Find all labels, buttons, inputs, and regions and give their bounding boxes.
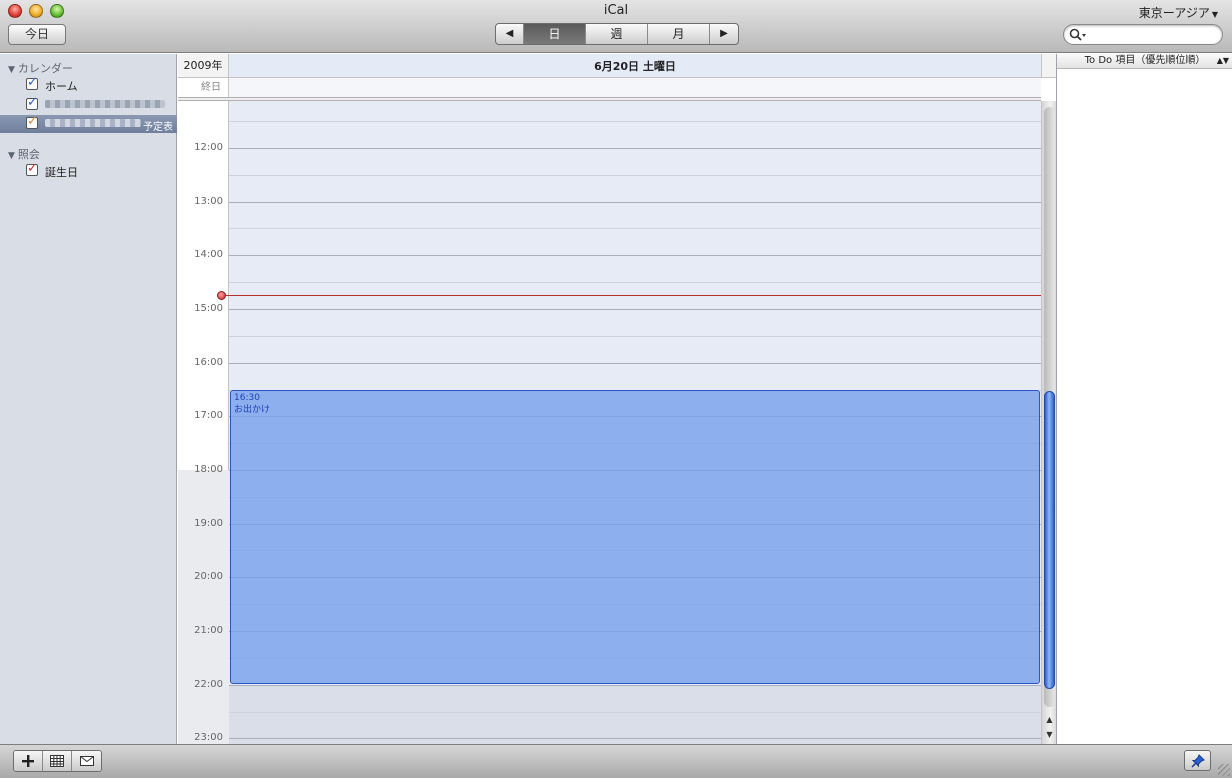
disclosure-triangle-icon: ▼ — [8, 151, 15, 161]
tab-month[interactable]: 月 — [648, 24, 710, 44]
invitations-button[interactable] — [72, 751, 101, 771]
hour-label: 23:00 — [194, 732, 223, 743]
chevron-down-icon: ▼ — [1211, 10, 1218, 19]
checkmark-icon: ✓ — [27, 95, 38, 110]
event-title: お出かけ — [234, 405, 271, 415]
hour-label: 13:00 — [194, 196, 223, 207]
vertical-scrollbar[interactable]: ▲ ▼ — [1041, 101, 1056, 744]
add-calendar-button[interactable] — [14, 751, 43, 771]
hour-line — [229, 255, 1041, 256]
calendar-checkbox[interactable]: ✓ — [26, 95, 38, 110]
hour-line — [229, 738, 1041, 739]
calendars-group-header[interactable]: ▼ カレンダー — [8, 60, 73, 76]
sidebar-item-calendar-3[interactable]: ✓ 予定表 — [0, 114, 177, 133]
checkmark-icon: ✓ — [27, 75, 38, 90]
todo-sort-header[interactable]: To Do 項目（優先順位順） ▲▼ — [1057, 54, 1232, 69]
half-hour-line — [229, 175, 1041, 176]
event-time: 16:30 — [234, 393, 260, 403]
search-icon — [1069, 28, 1086, 41]
current-time-line — [223, 295, 1041, 296]
timezone-menu[interactable]: 東京ーアジア ▼ — [1139, 4, 1218, 21]
header-corner — [1041, 54, 1056, 78]
todo-toggle-button[interactable] — [1184, 750, 1211, 771]
half-hour-line — [229, 121, 1041, 122]
hour-label: 21:00 — [194, 625, 223, 636]
all-day-area[interactable] — [229, 78, 1041, 97]
hour-label: 12:00 — [194, 142, 223, 153]
hour-label: 17:00 — [194, 410, 223, 421]
hour-line — [229, 202, 1041, 203]
disclosure-triangle-icon: ▼ — [8, 65, 15, 75]
bottom-button-group — [13, 750, 102, 772]
hour-line — [229, 309, 1041, 310]
calendar-event[interactable]: 16:30 お出かけ — [230, 390, 1040, 684]
calendar-checkbox[interactable]: ✓ — [26, 75, 38, 90]
blurred-calendar-name — [45, 119, 141, 127]
calendar-label: 予定表 — [143, 122, 173, 133]
view-segmented-control: ◀ 日 週 月 ▶ — [495, 23, 739, 45]
scroll-up-arrow-icon[interactable]: ▲ — [1042, 715, 1057, 724]
calendar-sidebar: ▼ カレンダー ✓ ホーム ✓ ✓ 予定表 ▼ 照会 ✓ 誕生日 — [0, 54, 177, 744]
calendar-label: 誕生日 — [45, 166, 78, 179]
after-hours-shade — [178, 470, 229, 744]
timezone-label: 東京ーアジア — [1138, 6, 1210, 20]
hour-label: 22:00 — [194, 679, 223, 690]
sort-updown-icon: ▲▼ — [1216, 56, 1229, 65]
search-field[interactable] — [1063, 24, 1223, 45]
scroll-thumb[interactable] — [1044, 391, 1055, 689]
title-bar: iCal 今日 ◀ 日 週 月 ▶ 東京ーアジア ▼ — [0, 0, 1232, 53]
tab-week[interactable]: 週 — [586, 24, 648, 44]
hour-label: 15:00 — [194, 303, 223, 314]
resize-grip[interactable] — [1218, 764, 1230, 776]
mini-month-button[interactable] — [43, 751, 72, 771]
hour-line — [229, 363, 1041, 364]
half-hour-line — [229, 228, 1041, 229]
plus-icon — [22, 755, 34, 767]
sidebar-item-home[interactable]: ✓ ホーム — [0, 75, 177, 94]
next-button[interactable]: ▶ — [710, 24, 738, 44]
sidebar-item-calendar-2[interactable]: ✓ — [0, 95, 177, 114]
calendar-checkbox[interactable]: ✓ — [26, 161, 38, 176]
envelope-icon — [79, 756, 94, 766]
pushpin-icon — [1190, 753, 1205, 768]
late-hours-shade — [229, 685, 1041, 744]
calendar-grid-icon — [50, 755, 64, 767]
todo-panel: To Do 項目（優先順位順） ▲▼ — [1056, 54, 1232, 744]
hour-label: 20:00 — [194, 571, 223, 582]
hour-label: 16:00 — [194, 357, 223, 368]
day-view: 2009年 6月20日 土曜日 終日 12:00 13:00 14:00 15:… — [178, 54, 1056, 744]
sidebar-item-birthdays[interactable]: ✓ 誕生日 — [0, 161, 177, 180]
tab-day[interactable]: 日 — [524, 24, 586, 44]
all-day-label: 終日 — [178, 78, 229, 97]
date-header[interactable]: 6月20日 土曜日 — [229, 54, 1041, 78]
hour-line — [229, 148, 1041, 149]
previous-button[interactable]: ◀ — [496, 24, 524, 44]
todo-header-label: To Do 項目（優先順位順） — [1084, 55, 1206, 66]
subscriptions-group-header[interactable]: ▼ 照会 — [8, 146, 40, 162]
hour-label: 14:00 — [194, 249, 223, 260]
group-label: 照会 — [17, 148, 40, 161]
time-column: 12:00 13:00 14:00 15:00 16:00 17:00 18:0… — [178, 101, 229, 744]
checkmark-icon: ✓ — [27, 161, 38, 176]
hour-label: 19:00 — [194, 518, 223, 529]
blurred-calendar-name — [45, 100, 165, 108]
half-hour-line — [229, 336, 1041, 337]
year-label: 2009年 — [178, 54, 229, 78]
today-button[interactable]: 今日 — [8, 24, 66, 45]
calendar-checkbox[interactable]: ✓ — [26, 114, 38, 129]
current-time-indicator — [217, 291, 226, 300]
scroll-down-arrow-icon[interactable]: ▼ — [1042, 730, 1057, 739]
calendar-label: ホーム — [45, 80, 78, 93]
group-label: カレンダー — [17, 62, 73, 75]
checkmark-icon: ✓ — [27, 114, 38, 129]
half-hour-line — [229, 282, 1041, 283]
half-hour-line — [229, 712, 1041, 713]
window-title: iCal — [603, 3, 629, 18]
hour-line — [229, 685, 1041, 686]
hour-label: 18:00 — [194, 464, 223, 475]
bottom-toolbar — [0, 744, 1232, 778]
